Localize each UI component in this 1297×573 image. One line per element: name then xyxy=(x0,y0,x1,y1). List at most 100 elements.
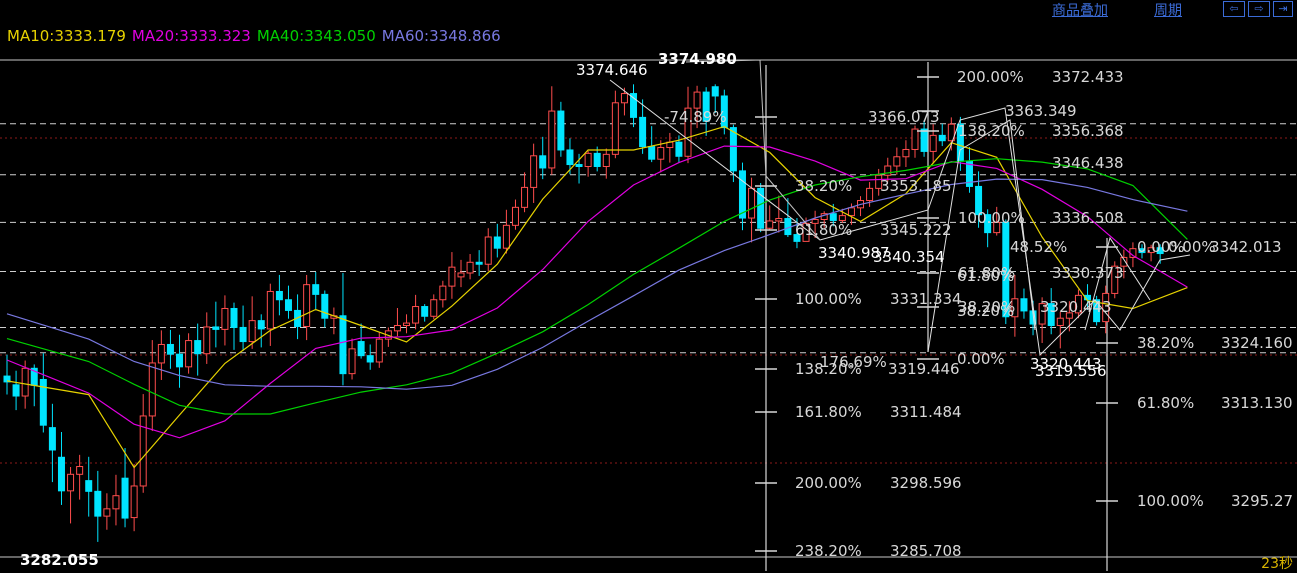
fib-pct-label: 100.00% xyxy=(795,290,862,308)
ma20-line xyxy=(6,145,1188,439)
candle-body xyxy=(393,325,401,332)
fib-pct-label: 61.80% xyxy=(795,221,852,239)
candle-body xyxy=(466,261,474,274)
candle-body xyxy=(266,290,274,330)
candle-body xyxy=(203,326,211,355)
candle-body xyxy=(257,320,265,330)
candle-body xyxy=(212,326,220,330)
candle-body xyxy=(348,348,356,375)
fib-value-label: 3331.334 xyxy=(890,290,962,308)
candle-body xyxy=(312,284,320,295)
candle-body xyxy=(12,384,20,397)
candle-body xyxy=(866,187,874,202)
candle-body xyxy=(421,306,429,317)
candle-body xyxy=(375,338,383,363)
candle-body xyxy=(493,236,501,249)
fib-value-label: 3311.484 xyxy=(890,403,962,421)
candle-body xyxy=(412,306,420,324)
candle-body xyxy=(303,284,311,327)
candle-body xyxy=(766,220,774,229)
candle-body xyxy=(847,207,855,217)
fib-value-label: 3319.446 xyxy=(888,360,960,378)
fib-value-label: 3285.708 xyxy=(890,542,962,560)
fib-value-label: 3356.368 xyxy=(1052,122,1124,140)
candle-body xyxy=(67,473,75,492)
candle-body xyxy=(239,326,247,343)
price-annotation: 3374.646 xyxy=(576,61,648,79)
candlestick-chart[interactable]: 200.00% 3372.433 3363.349 138.20% 3356.368 10… xyxy=(0,0,1297,571)
fib-value-label: 3320.443 xyxy=(1040,298,1112,316)
candle-body xyxy=(838,215,846,221)
candle-body xyxy=(121,477,129,519)
candle-body xyxy=(548,110,556,169)
candle-body xyxy=(738,170,746,219)
fib-value-label: 3330.373 xyxy=(1052,264,1124,282)
fib-value-label: 3298.596 xyxy=(890,474,962,492)
candle-body xyxy=(148,362,156,417)
candle-body xyxy=(530,155,538,188)
fib-value-label: 3295.27 xyxy=(1231,492,1293,510)
candle-body xyxy=(829,213,837,221)
candle-body xyxy=(221,307,229,330)
fib-pct-label: 161.80% xyxy=(795,403,862,421)
candle-body xyxy=(884,165,892,176)
candle-body xyxy=(230,307,238,328)
candle-body xyxy=(403,322,411,327)
candle-body xyxy=(484,236,492,265)
candle-body xyxy=(366,355,374,363)
fib-pct-label: 238.20% xyxy=(795,542,862,560)
fib-pct-label: 38.20% xyxy=(795,177,852,195)
candle-body xyxy=(430,299,438,317)
price-annotation: 3374.980 xyxy=(658,50,737,68)
fib-value-label: 3372.433 xyxy=(1052,68,1124,86)
candle-body xyxy=(130,485,138,519)
candle-body xyxy=(729,127,737,172)
candle-body xyxy=(76,466,84,475)
candle-body xyxy=(194,340,202,355)
candle-body xyxy=(611,102,619,155)
candle-body xyxy=(602,153,610,167)
fib-pct-label: 0.00% xyxy=(1168,238,1216,256)
candle-body xyxy=(502,224,510,249)
candle-body xyxy=(893,156,901,167)
fib-pct-label: 61.80% xyxy=(957,267,1014,285)
candle-body xyxy=(448,266,456,287)
candle-body xyxy=(1020,298,1028,312)
candle-body xyxy=(929,134,937,152)
candle-body xyxy=(938,134,946,142)
candle-body xyxy=(620,93,628,104)
candle-body xyxy=(94,490,102,517)
candle-body xyxy=(339,315,347,375)
candle-body xyxy=(557,110,565,151)
candle-body xyxy=(248,320,256,343)
candle-body xyxy=(321,293,329,319)
fib-value-label: 3336.508 xyxy=(1052,209,1124,227)
fib-pct-label: 48.52% xyxy=(1010,238,1067,256)
fib-pct-label: 138.20% xyxy=(958,122,1025,140)
candle-body xyxy=(711,86,719,97)
candle-body xyxy=(657,147,665,160)
fib-pct-label: -74.89% xyxy=(664,108,727,126)
fib-pct-label: 0.00% xyxy=(957,350,1005,368)
fib-pct-label: 61.80% xyxy=(1137,394,1194,412)
candle-body xyxy=(21,367,29,397)
candle-body xyxy=(185,340,193,368)
candle-body xyxy=(902,148,910,158)
candle-body xyxy=(103,508,111,517)
candle-body xyxy=(539,155,547,169)
candle-body xyxy=(1056,317,1064,327)
candle-body xyxy=(693,91,701,109)
candle-body xyxy=(176,353,184,368)
candle-body xyxy=(85,480,93,492)
candle-body xyxy=(112,495,120,510)
fib-pct-label: 100.00% xyxy=(1137,492,1204,510)
candle-body xyxy=(648,146,656,160)
candle-body xyxy=(575,164,583,167)
candle-body xyxy=(630,93,638,118)
candle-body xyxy=(275,290,283,301)
fib-value-label: 3366.073 xyxy=(868,108,940,126)
candle-body xyxy=(57,456,65,492)
candle-body xyxy=(593,152,601,167)
fib-pct-label: 38.20% xyxy=(957,302,1014,320)
candle-body xyxy=(157,343,165,364)
